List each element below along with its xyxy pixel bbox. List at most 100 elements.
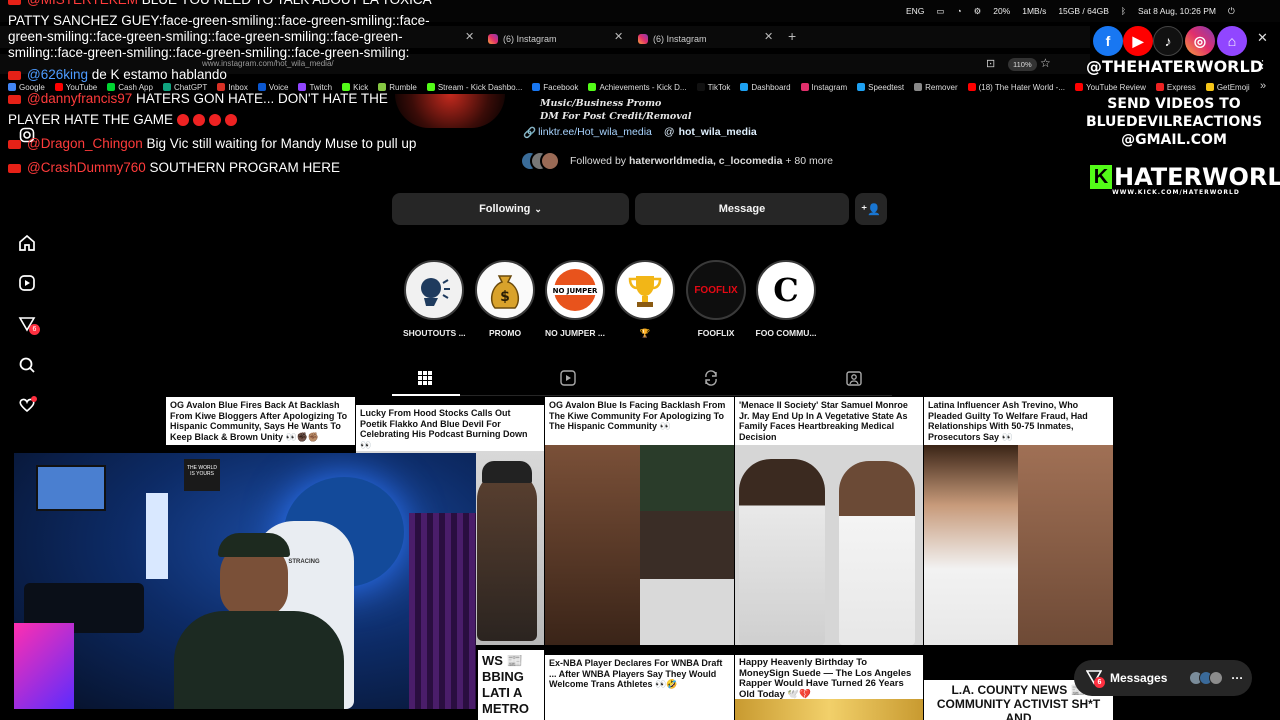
person-photo xyxy=(640,445,734,511)
bookmark-star-icon[interactable]: ☆ xyxy=(1040,56,1051,70)
message-label: Message xyxy=(718,203,766,215)
bookmark-item[interactable]: GetEmoji xyxy=(1205,82,1250,92)
red-circle-emojis xyxy=(173,112,238,127)
bookmark-favicon-icon xyxy=(696,83,705,91)
bookmark-label: Achievements - Kick D... xyxy=(599,82,687,92)
heart-icon[interactable] xyxy=(16,394,38,416)
post-tile[interactable]: Latina Influencer Ash Trevino, Who Plead… xyxy=(924,397,1113,645)
avatar xyxy=(1209,671,1224,685)
youtube-icon xyxy=(8,139,21,149)
language-indicator[interactable]: ENG xyxy=(906,6,924,16)
highlight-promo[interactable]: $ PROMO xyxy=(474,260,536,338)
menu-icon[interactable]: ⋮ xyxy=(1257,58,1268,71)
messenger-icon[interactable]: 6 xyxy=(16,313,40,335)
browser-tab[interactable]: (6) Instagram xyxy=(488,30,557,48)
person-photo xyxy=(477,471,537,641)
highlight-shoutouts[interactable]: SHOUTOUTS ... xyxy=(403,260,466,338)
highlight-foo-community[interactable]: C FOO COMMU... xyxy=(755,260,817,338)
following-button[interactable]: Following ⌄ xyxy=(392,193,629,225)
tab-label: (6) Instagram xyxy=(503,34,557,44)
person-photo xyxy=(739,459,825,645)
clock[interactable]: Sat 8 Aug, 10:26 PM xyxy=(1138,6,1216,16)
bookmark-item[interactable]: Achievements - Kick D... xyxy=(588,82,687,92)
reels-tab[interactable] xyxy=(559,369,577,387)
post-tile[interactable]: WS 📰 BBING LATI A METRO xyxy=(478,650,544,720)
browser-tab[interactable]: (6) Instagram xyxy=(638,30,707,48)
chat-message: @MISTERTEKEM BLUE YOU NEED TO TALK ABOUT… xyxy=(8,0,432,7)
overlay-send-line: SEND VIDEOS TO xyxy=(1107,96,1241,112)
bookmark-item[interactable]: Facebook xyxy=(532,83,578,92)
threads-link[interactable]: hot_wila_media xyxy=(679,126,757,139)
linktree-link[interactable]: linktr.ee/Hot_wila_media xyxy=(538,126,652,139)
bookmark-item[interactable]: Speedtest xyxy=(857,83,904,92)
overlay-send-line: @GMAIL.COM xyxy=(1121,132,1227,148)
bluetooth-icon[interactable]: ᛒ xyxy=(1121,6,1126,16)
home-icon[interactable] xyxy=(16,232,38,254)
instagram-icon xyxy=(638,34,648,44)
search-icon[interactable] xyxy=(16,354,38,376)
bookmark-item[interactable]: Remover xyxy=(914,82,958,92)
threads-icon: @ xyxy=(663,126,675,138)
post-tile[interactable]: Happy Heavenly Birthday To MoneySign Sue… xyxy=(735,655,923,720)
person-photo xyxy=(545,445,640,645)
bookmark-label: Dashboard xyxy=(751,82,791,92)
instagram-icon xyxy=(488,34,498,44)
bookmark-item[interactable]: YouTube Review xyxy=(1075,83,1146,92)
post-tile[interactable]: OG Avalon Blue Fires Back At Backlash Fr… xyxy=(166,397,355,445)
reposts-tab[interactable] xyxy=(702,369,720,387)
streamer-shirt xyxy=(174,611,344,709)
highlight-no-jumper[interactable]: NO JUMPER NO JUMPER ... xyxy=(544,260,606,338)
chat-text: PATTY SANCHEZ GUEY:face-green-smiling::f… xyxy=(8,13,430,28)
settings-icon[interactable]: ⚙ xyxy=(974,6,982,17)
posts-grid-tab[interactable] xyxy=(416,369,434,387)
followed-by[interactable]: Followed by haterworldmedia, c_locomedia… xyxy=(520,150,833,172)
post-tile[interactable]: 'Menace II Society' Star Samuel Monroe J… xyxy=(735,397,923,645)
bookmark-item[interactable]: Dashboard xyxy=(740,82,791,92)
bookmark-favicon-icon xyxy=(588,83,597,91)
bookmark-item[interactable]: Express xyxy=(1155,83,1196,92)
bookmarks-overflow-icon[interactable]: » xyxy=(1260,80,1266,92)
stream-deck xyxy=(14,623,74,709)
chat-username: @dannyfrancis97 xyxy=(27,91,133,106)
post-headline: Lucky From Hood Stocks Calls Out Poetik … xyxy=(360,408,528,450)
youtube-icon xyxy=(8,70,21,80)
bookmark-label: Remover xyxy=(925,82,958,92)
post-tile[interactable]: Ex-NBA Player Declares For WNBA Draft ..… xyxy=(545,655,734,720)
monitor-icon[interactable]: ▭ xyxy=(936,6,944,17)
wifi-icon[interactable]: ◔ xyxy=(956,6,961,16)
bookmark-label: TikTok xyxy=(707,82,731,92)
bookmark-item[interactable]: TikTok xyxy=(696,82,731,92)
unread-dot xyxy=(31,396,37,402)
notification-badge: 6 xyxy=(29,324,40,335)
post-tile[interactable]: OG Avalon Blue Is Facing Backlash From T… xyxy=(545,397,734,645)
reels-icon xyxy=(560,370,576,386)
highlight-fooflix[interactable]: FOOFLIX FOOFLIX xyxy=(685,260,747,338)
followed-prefix: Followed by xyxy=(570,155,629,167)
close-tab-icon[interactable]: ✕ xyxy=(614,30,623,43)
close-window-icon[interactable]: ✕ xyxy=(1257,30,1268,46)
highlight-label: NO JUMPER ... xyxy=(545,328,605,338)
fridge-light xyxy=(146,493,168,579)
bookmark-item[interactable]: Instagram xyxy=(800,83,847,92)
post-headline: 'Menace II Society' Star Samuel Monroe J… xyxy=(739,400,908,442)
bookmark-item[interactable]: (18) The Hater World -... xyxy=(967,83,1065,92)
new-tab-icon[interactable]: + xyxy=(788,28,796,44)
chat-message: PATTY SANCHEZ GUEY:face-green-smiling::f… xyxy=(8,13,430,28)
inmates-photo xyxy=(1018,445,1113,645)
messages-bar[interactable]: 6 Messages ··· xyxy=(1074,660,1252,696)
tagged-tab[interactable] xyxy=(845,369,863,387)
bookmark-label: GetEmoji xyxy=(1216,82,1250,92)
youtube-icon xyxy=(8,163,21,173)
overlay-send-line: BLUEDEVILREACTIONS xyxy=(1085,114,1263,130)
message-button[interactable]: Message xyxy=(635,193,849,225)
power-icon[interactable]: ⏻ xyxy=(1228,6,1235,17)
install-app-icon[interactable]: ⊡ xyxy=(986,57,995,70)
reels-icon[interactable] xyxy=(16,272,38,294)
chat-text: BLUE YOU NEED TO TALK ABOUT LA TOXICA xyxy=(142,0,432,7)
bookmark-favicon-icon xyxy=(740,83,749,91)
person-photo xyxy=(924,445,1018,645)
suggest-people-button[interactable]: ⁺👤 xyxy=(855,193,887,225)
close-tab-icon[interactable]: ✕ xyxy=(764,30,773,43)
zoom-level[interactable]: 110% xyxy=(1008,58,1037,71)
highlight-trophy[interactable]: 🏆 xyxy=(614,260,676,339)
